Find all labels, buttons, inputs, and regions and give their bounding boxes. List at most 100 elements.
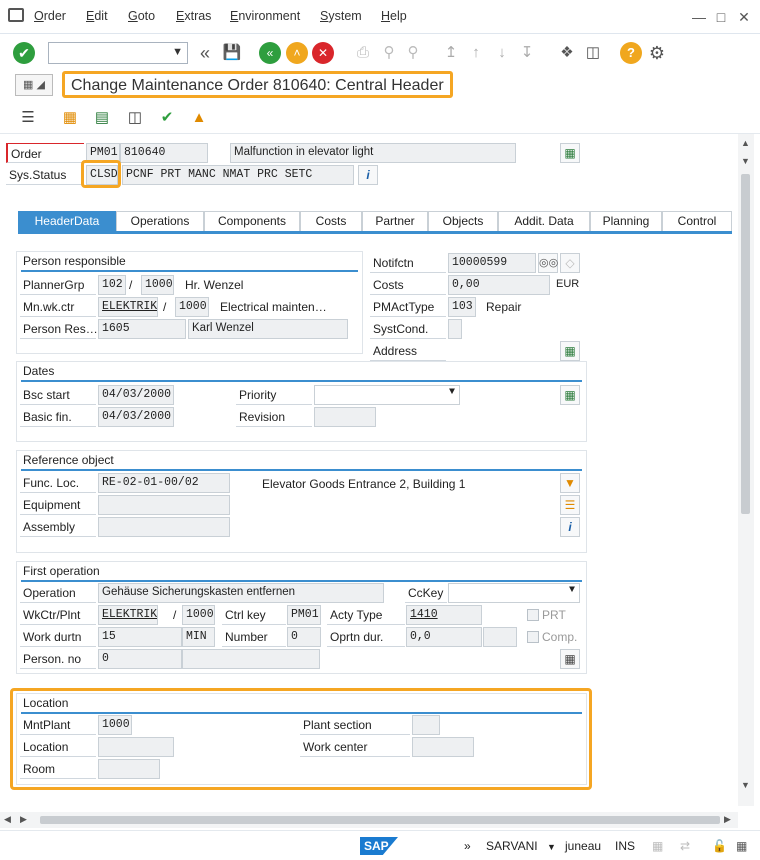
menu-system[interactable]: System	[320, 9, 362, 23]
operation-field[interactable]: Gehäuse Sicherungskasten entfernen	[98, 583, 384, 603]
new-session-icon[interactable]: ❖	[556, 42, 578, 64]
print-order-icon[interactable]: ▲	[188, 107, 210, 129]
scheduling-icon[interactable]: ▦	[560, 385, 580, 405]
chevron-down-icon[interactable]: ▼	[569, 585, 575, 596]
wkctr-plant-field[interactable]: 1000	[182, 605, 215, 625]
tab-costs[interactable]: Costs	[300, 211, 362, 231]
print-icon[interactable]: ⎙	[352, 42, 374, 64]
menu-order[interactable]: Order	[34, 9, 66, 23]
maximize-icon[interactable]: □	[713, 9, 729, 25]
hierarchy-icon[interactable]: ☰	[560, 495, 580, 515]
notifctn-field[interactable]: 10000599	[448, 253, 536, 273]
room-field[interactable]	[98, 759, 160, 779]
oprtndur-field[interactable]: 0,0	[406, 627, 482, 647]
release-icon[interactable]: ✔	[156, 107, 178, 129]
menu-edit[interactable]: Edit	[86, 9, 108, 23]
help-icon[interactable]: ?	[620, 42, 642, 64]
cancel-icon[interactable]: ✕	[312, 42, 334, 64]
find-icon[interactable]: ⚲	[378, 42, 400, 64]
chevron-down-icon[interactable]: ▼	[172, 46, 183, 58]
tab-operations[interactable]: Operations	[116, 211, 204, 231]
priority-select[interactable]: ▼	[314, 385, 460, 405]
reference-info-icon[interactable]: i	[560, 517, 580, 537]
scroll-up-icon[interactable]: ▲	[741, 138, 750, 148]
order-description-field[interactable]: Malfunction in elevator light	[230, 143, 516, 163]
shortcut-icon[interactable]: ◫	[582, 42, 604, 64]
wkctr-field[interactable]: ELEKTRIK	[98, 605, 158, 625]
tab-addit-data[interactable]: Addit. Data	[498, 211, 590, 231]
status-dropdown-icon[interactable]: ▼	[547, 842, 556, 852]
menu-environment[interactable]: Environment	[230, 9, 300, 23]
structure-icon[interactable]: ▼	[560, 473, 580, 493]
number-field[interactable]: 0	[287, 627, 321, 647]
tab-objects[interactable]: Objects	[428, 211, 498, 231]
basic-fin-field[interactable]: 04/03/2000	[98, 407, 174, 427]
mnwkctr-plant-field[interactable]: 1000	[175, 297, 209, 317]
window-menu-icon[interactable]	[8, 8, 24, 22]
tab-planning[interactable]: Planning	[590, 211, 662, 231]
actytype-field[interactable]: 1410	[406, 605, 482, 625]
location-field[interactable]	[98, 737, 174, 757]
last-page-icon[interactable]: ↧	[516, 42, 538, 64]
person-res-field[interactable]: 1605	[98, 319, 186, 339]
pmacttype-field[interactable]: 103	[448, 297, 476, 317]
back-icon[interactable]: «	[259, 42, 281, 64]
long-text-icon[interactable]: ▦	[560, 143, 580, 163]
plant-section-field[interactable]	[412, 715, 440, 735]
funcloc-field[interactable]: RE-02-01-00/02	[98, 473, 230, 493]
create-notification-icon[interactable]: ◇	[560, 253, 580, 273]
status-arrows-icon[interactable]: »	[464, 839, 471, 853]
layout-menu-icon[interactable]: ▦ ◢	[15, 74, 53, 96]
order-change-icon[interactable]: ☰	[17, 107, 39, 129]
display-notification-icon[interactable]: ◎◎	[538, 253, 558, 273]
personno-field[interactable]: 0	[98, 649, 182, 669]
workdurtn-field[interactable]: 15	[98, 627, 182, 647]
display-components-icon[interactable]: ▦	[59, 107, 81, 129]
exit-icon[interactable]: ˄	[286, 42, 308, 64]
systcond-field[interactable]	[448, 319, 462, 339]
tab-control[interactable]: Control	[662, 211, 732, 231]
header-detail-icon[interactable]: ◫	[124, 107, 146, 129]
bsc-start-field[interactable]: 04/03/2000	[98, 385, 174, 405]
equipment-field[interactable]	[98, 495, 230, 515]
operations-icon[interactable]: ▤	[91, 107, 113, 129]
plannergrp-plant-field[interactable]: 1000	[141, 275, 174, 295]
oprtndur-unit-field[interactable]	[483, 627, 517, 647]
next-page-icon[interactable]: ↓	[491, 42, 513, 64]
workunit-field[interactable]: MIN	[182, 627, 215, 647]
cckey-select[interactable]: ▼	[448, 583, 580, 603]
previous-page-icon[interactable]: ↑	[465, 42, 487, 64]
enter-icon[interactable]: ✔	[13, 42, 35, 64]
menu-extras[interactable]: Extras	[176, 9, 211, 23]
horizontal-scroll-thumb[interactable]	[40, 816, 720, 824]
command-field[interactable]: ▼	[48, 42, 188, 64]
first-page-icon[interactable]: ↥	[440, 42, 462, 64]
vertical-scroll-thumb[interactable]	[741, 174, 750, 514]
work-center-field[interactable]	[412, 737, 474, 757]
revision-field[interactable]	[314, 407, 376, 427]
find-next-icon[interactable]: ⚲	[402, 42, 424, 64]
tab-partner[interactable]: Partner	[362, 211, 428, 231]
assembly-field[interactable]	[98, 517, 230, 537]
mntplant-field[interactable]: 1000	[98, 715, 132, 735]
close-icon[interactable]: ✕	[736, 9, 752, 25]
horizontal-scrollbar[interactable]: ◀ ▶ ▶	[0, 812, 738, 828]
chevron-down-icon[interactable]: ▼	[449, 387, 455, 398]
lock-icon[interactable]: 🔓	[712, 839, 727, 853]
back-chevrons-icon[interactable]: «	[194, 42, 216, 64]
menu-help[interactable]: Help	[381, 9, 407, 23]
tab-components[interactable]: Components	[204, 211, 300, 231]
address-icon[interactable]: ▦	[560, 341, 580, 361]
scroll-left-icon[interactable]: ◀	[4, 814, 11, 825]
prt-checkbox[interactable]	[527, 609, 539, 621]
mnwkctr-field[interactable]: ELEKTRIK	[98, 297, 158, 317]
minimize-icon[interactable]: —	[691, 9, 707, 25]
ctrlkey-field[interactable]: PM01	[287, 605, 321, 625]
scroll-down-icon[interactable]: ▼	[741, 156, 750, 166]
scroll-end-icon[interactable]: ▶	[724, 814, 731, 825]
scroll-bottom-icon[interactable]: ▼	[741, 780, 750, 790]
plannergrp-field[interactable]: 102	[98, 275, 126, 295]
settings-gear-icon[interactable]: ⚙	[646, 42, 668, 64]
scroll-right-icon[interactable]: ▶	[20, 814, 27, 825]
operation-detail-icon[interactable]: ▦	[560, 649, 580, 669]
